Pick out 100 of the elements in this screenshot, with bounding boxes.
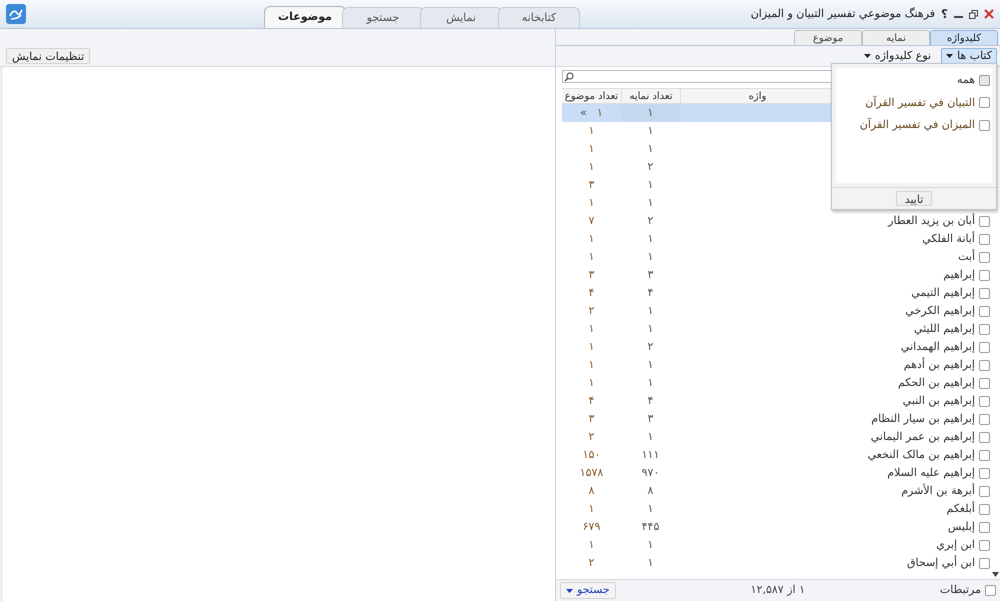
caret-icon <box>566 588 574 592</box>
table-row[interactable]: إبليس ۴۴۵ ۶۷۹ <box>562 518 994 536</box>
table-row[interactable]: إبراهيم الهمداني ۲ ۱ <box>562 338 994 356</box>
table-row[interactable]: إبراهيم بن مالک النخعي ۱۱۱ ۱۵۰ <box>562 446 994 464</box>
table-row[interactable]: أبرهة بن الأشرم ۸ ۸ <box>562 482 994 500</box>
book-option[interactable]: همه <box>956 72 975 88</box>
checkbox[interactable] <box>979 504 990 514</box>
keyword-name: إبراهيم الهمداني <box>900 338 975 355</box>
paging-text: ۱ از ۱۲,۵۸۷ <box>750 582 805 598</box>
checkbox[interactable] <box>979 97 990 108</box>
index-count: ۱ <box>648 536 654 553</box>
table-row[interactable]: إبراهيم الليثي ۱ ۱ <box>562 320 994 338</box>
restore-icon[interactable] <box>969 10 978 18</box>
search-button[interactable]: جستجو <box>560 582 616 599</box>
checkbox[interactable] <box>979 234 990 244</box>
index-count: ۲ <box>648 338 654 355</box>
checkbox[interactable] <box>985 585 996 596</box>
topic-count: ۳ <box>588 266 594 283</box>
topic-count: ۴ <box>588 284 594 301</box>
checkbox[interactable] <box>979 522 990 532</box>
checkbox[interactable] <box>979 378 990 388</box>
keyword-name: إبراهيم بن مالک النخعي <box>868 446 975 463</box>
caret-icon <box>946 54 954 58</box>
checkbox[interactable] <box>979 432 990 442</box>
keyword-name: إبراهيم الكرخي <box>905 302 975 319</box>
window-title: فرهنگ موضوعي تفسير التبيان و الميزان <box>750 6 936 22</box>
index-count: ۴ <box>648 392 654 409</box>
keyword-name: إبراهيم بن الحكم <box>898 374 975 391</box>
display-settings-button[interactable]: تنظیمات نمایش <box>6 48 90 64</box>
index-count: ۹۷۰ <box>642 464 660 481</box>
table-row[interactable]: ابن إبري ۱ ۱ <box>562 536 994 554</box>
topic-count: ۱ <box>588 374 594 391</box>
checkbox[interactable] <box>979 414 990 424</box>
checkbox[interactable] <box>979 396 990 406</box>
table-row[interactable]: إبراهيم بن النبي ۴ ۴ <box>562 392 994 410</box>
table-row[interactable]: إبراهيم بن سيار النظام ۳ ۳ <box>562 410 994 428</box>
checkbox[interactable] <box>979 486 990 496</box>
topic-count: ۱ <box>588 356 594 373</box>
checkbox[interactable] <box>979 74 990 86</box>
index-count: ۴۴۵ <box>642 518 660 535</box>
scroll-down-icon[interactable] <box>992 572 999 577</box>
topic-count: ۱ <box>588 500 594 517</box>
table-row[interactable]: أبانة الفلكي ۱ ۱ <box>562 230 994 248</box>
index-count: ۱ <box>648 374 654 391</box>
checkbox[interactable] <box>979 360 990 370</box>
keyword-name: إبراهيم <box>943 266 975 283</box>
index-count: ۱ <box>648 176 654 193</box>
main-tab[interactable]: نمایش <box>420 7 502 28</box>
table-row[interactable]: ابن أبي إسحاق ۱ ۲ <box>562 554 994 572</box>
table-row[interactable]: إبراهيم الكرخي ۱ ۲ <box>562 302 994 320</box>
main-tab[interactable]: جستجو <box>342 7 424 28</box>
checkbox[interactable] <box>979 540 990 550</box>
table-row[interactable]: إبراهيم بن الحكم ۱ ۱ <box>562 374 994 392</box>
books-dropdown[interactable]: کتاب ها <box>941 48 997 64</box>
topic-count: ۱ <box>588 194 594 211</box>
table-row[interactable]: إبراهيم التيمي ۴ ۴ <box>562 284 994 302</box>
topic-count: ۱ <box>588 230 594 247</box>
checkbox[interactable] <box>979 216 990 226</box>
topic-count: ۱ <box>588 338 594 355</box>
sub-tab[interactable]: کلیدواژه <box>930 30 998 45</box>
table-row[interactable]: إبراهيم عليه السلام ۹۷۰ ۱۵۷۸ <box>562 464 994 482</box>
column-header[interactable]: تعداد نمایه <box>621 89 680 103</box>
index-count: ۲ <box>648 158 654 175</box>
checkbox[interactable] <box>979 558 990 568</box>
checkbox[interactable] <box>979 450 990 460</box>
topic-count: ۱ <box>588 536 594 553</box>
confirm-button[interactable]: تایید <box>896 191 932 206</box>
index-count: ۱ <box>648 230 654 247</box>
index-count: ۳ <box>648 266 654 283</box>
main-tab[interactable]: کتابخانه <box>498 7 580 28</box>
main-tab[interactable]: موضوعات <box>264 6 346 28</box>
topic-count: ۳ <box>588 176 594 193</box>
keyword-name: أبرهة بن الأشرم <box>901 482 975 499</box>
keyword-type-dropdown[interactable]: نوع کلیدواژه <box>860 48 936 64</box>
keyword-name: إبراهيم بن النبي <box>902 392 975 409</box>
keyword-name: إبراهيم عليه السلام <box>887 464 975 481</box>
keyword-name: إبراهيم بن أدهم <box>904 356 975 373</box>
search-icon <box>564 72 574 82</box>
index-count: ۱ <box>648 302 654 319</box>
column-header[interactable]: تعداد موضوع <box>562 89 621 103</box>
checkbox[interactable] <box>979 120 990 131</box>
checkbox[interactable] <box>979 270 990 280</box>
checkbox[interactable] <box>979 288 990 298</box>
table-row[interactable]: أبان بن يزيد العطار ۲ ۷ <box>562 212 994 230</box>
checkbox[interactable] <box>979 306 990 316</box>
keyword-name: إبليس <box>948 518 975 535</box>
sub-tab[interactable]: موضوع <box>794 30 862 45</box>
keyword-name: أبانة الفلكي <box>922 230 975 247</box>
close-icon[interactable] <box>984 9 994 19</box>
checkbox[interactable] <box>979 252 990 262</box>
checkbox[interactable] <box>979 324 990 334</box>
table-row[interactable]: أبلغكم ۱ ۱ <box>562 500 994 518</box>
table-row[interactable]: إبراهيم ۳ ۳ <box>562 266 994 284</box>
table-row[interactable]: إبراهيم بن أدهم ۱ ۱ <box>562 356 994 374</box>
table-row[interactable]: إبراهيم بن عمر اليماني ۱ ۲ <box>562 428 994 446</box>
sub-tab[interactable]: نمایه <box>862 30 930 45</box>
table-row[interactable]: أبت ۱ ۱ <box>562 248 994 266</box>
checkbox[interactable] <box>979 468 990 478</box>
checkbox[interactable] <box>979 342 990 352</box>
help-button[interactable]: ؟ <box>941 5 948 23</box>
